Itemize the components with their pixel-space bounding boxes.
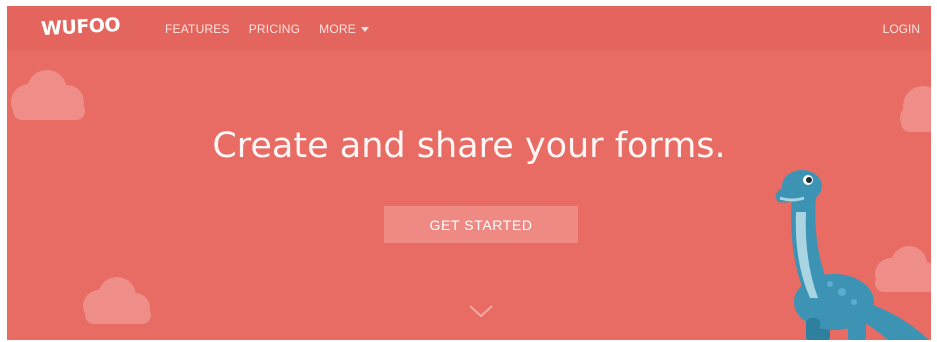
login-link[interactable]: LOGIN	[883, 22, 920, 36]
wufoo-logo[interactable]: WUFOO	[40, 14, 120, 40]
hero-section: WUFOO FEATURES PRICING MORE LOGIN Create…	[7, 6, 931, 340]
cloud-left-bottom	[83, 277, 151, 324]
nav-features-label: FEATURES	[165, 22, 230, 36]
cloud-left-top	[11, 70, 85, 120]
chevron-down-icon[interactable]	[468, 304, 494, 318]
nav-features[interactable]: FEATURES	[165, 22, 230, 36]
nav-more-dropdown[interactable]: MORE	[319, 22, 369, 36]
get-started-button[interactable]: GET STARTED	[384, 206, 578, 243]
nav-pricing[interactable]: PRICING	[249, 22, 300, 36]
caret-down-icon	[360, 26, 369, 32]
nav-more-label: MORE	[319, 22, 356, 36]
dinosaur-illustration	[775, 170, 929, 340]
top-navigation-bar: WUFOO FEATURES PRICING MORE LOGIN	[7, 6, 931, 50]
nav-pricing-label: PRICING	[248, 22, 301, 36]
main-nav: FEATURES PRICING MORE	[165, 22, 369, 36]
